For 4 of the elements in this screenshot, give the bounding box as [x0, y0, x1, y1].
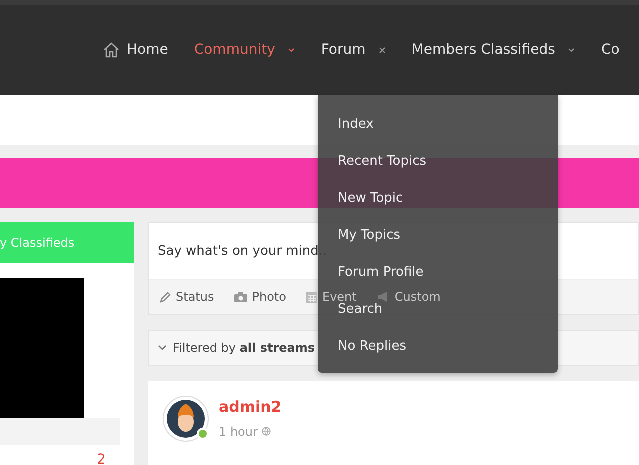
post-time: 1 hour	[219, 424, 258, 440]
sidebar-title: y Classifieds	[0, 234, 75, 252]
count-label: 2	[97, 453, 107, 465]
filter-text: Filtered by all streams	[173, 340, 315, 357]
